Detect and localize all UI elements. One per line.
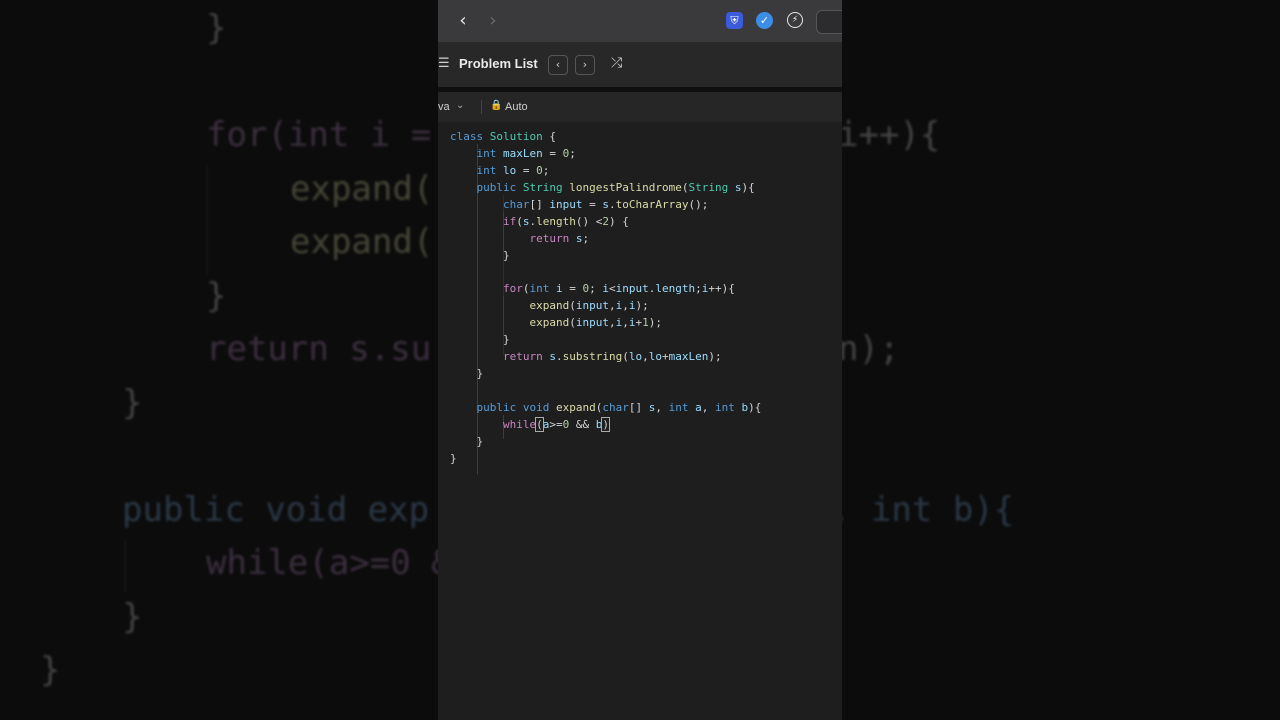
code-line: if(s.length() <2) { bbox=[502, 215, 629, 228]
code-line: } bbox=[450, 249, 510, 262]
next-problem-button[interactable]: › bbox=[575, 55, 595, 75]
list-icon[interactable]: ☰ bbox=[438, 56, 450, 71]
code-line: return s.substring(lo,lo+maxLen); bbox=[502, 350, 722, 363]
background-left: } for(int i = expand( expand( } return s… bbox=[0, 0, 438, 720]
phone-panel: ‹ › ⛨ ✓ ⚡ ☰ Problem List ‹ › ⤮ va ⌄ 🔒 Au… bbox=[438, 0, 842, 720]
background-dim bbox=[0, 0, 438, 720]
language-select[interactable]: va bbox=[438, 101, 450, 113]
divider bbox=[481, 100, 482, 114]
problem-list-link[interactable]: Problem List bbox=[459, 56, 538, 71]
code-line: expand(input,i,i+1); bbox=[529, 316, 662, 329]
background-right: i++){ n); , int b){ bbox=[842, 0, 1280, 720]
background-dim bbox=[842, 0, 1280, 720]
back-icon[interactable]: ‹ bbox=[452, 10, 474, 32]
code-editor[interactable]: class Solution { int maxLen = 0; int lo … bbox=[438, 122, 842, 720]
prev-problem-button[interactable]: ‹ bbox=[548, 55, 568, 75]
code-line: int lo = 0; bbox=[476, 164, 550, 177]
code-line: for(int i = 0; i<input.length;i++){ bbox=[502, 282, 735, 295]
chevron-down-icon[interactable]: ⌄ bbox=[456, 100, 464, 111]
code-line: } bbox=[450, 435, 484, 448]
problem-toolbar: ☰ Problem List ‹ › ⤮ bbox=[438, 43, 842, 87]
code-line: expand(input,i,i); bbox=[529, 299, 649, 312]
address-bar[interactable] bbox=[816, 10, 842, 34]
shield-icon[interactable]: ⛨ bbox=[726, 12, 743, 29]
code-line-active: while(a>=0 && b) bbox=[502, 417, 610, 432]
code-line: int maxLen = 0; bbox=[476, 147, 576, 160]
code-line: char[] input = s.toCharArray(); bbox=[502, 198, 709, 211]
lightning-icon[interactable]: ⚡ bbox=[787, 12, 803, 28]
editor-header: va ⌄ 🔒 Auto bbox=[438, 92, 842, 123]
code-line: } bbox=[450, 367, 484, 380]
code-line: return s; bbox=[529, 232, 590, 245]
code-line: class Solution { bbox=[450, 130, 556, 143]
verified-icon[interactable]: ✓ bbox=[756, 12, 773, 29]
lock-icon: 🔒 bbox=[490, 100, 503, 111]
code-line: public String longestPalindrome(String s… bbox=[476, 181, 755, 194]
code-line: } bbox=[450, 333, 510, 346]
forward-icon[interactable]: › bbox=[482, 10, 504, 32]
browser-toolbar: ‹ › ⛨ ✓ ⚡ bbox=[438, 0, 842, 43]
shuffle-icon[interactable]: ⤮ bbox=[611, 55, 622, 71]
autocomplete-mode[interactable]: Auto bbox=[505, 101, 528, 113]
code-line: } bbox=[450, 452, 457, 465]
code-line: public void expand(char[] s, int a, int … bbox=[476, 401, 762, 414]
